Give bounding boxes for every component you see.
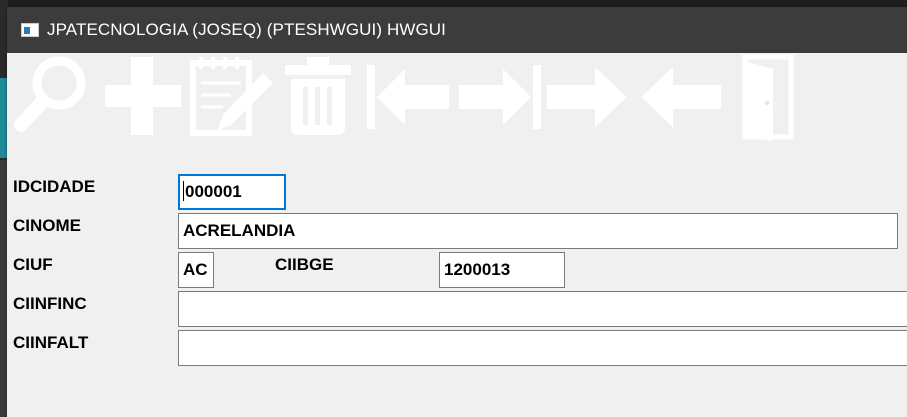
last-record-button[interactable] <box>455 53 543 149</box>
ciuf-value: AC <box>183 260 208 279</box>
ciibge-value: 1200013 <box>444 260 511 279</box>
idcidade-label: IDCIDADE <box>13 177 96 196</box>
ciibge-field[interactable]: 1200013 <box>439 252 565 288</box>
exit-button[interactable] <box>739 53 799 149</box>
next-record-button[interactable] <box>545 53 631 149</box>
arrow-right-icon <box>547 67 627 127</box>
idcidade-field[interactable]: 000001 <box>178 174 286 210</box>
app-window: JPATECNOLOGIA (JOSEQ) (PTESHWGUI) HWGUI <box>7 7 907 417</box>
title-bar[interactable]: JPATECNOLOGIA (JOSEQ) (PTESHWGUI) HWGUI <box>7 7 907 53</box>
ciinfinc-field[interactable] <box>178 291 907 327</box>
ciinfalt-field[interactable] <box>178 330 907 366</box>
toolbar <box>7 53 907 153</box>
ciuf-field[interactable]: AC <box>178 252 214 288</box>
add-button[interactable] <box>103 53 183 149</box>
ciinfalt-label: CIINFALT <box>13 333 89 352</box>
cinome-value: ACRELANDIA <box>183 221 296 240</box>
door-exit-icon <box>742 54 794 141</box>
ciinfinc-label: CIINFINC <box>13 294 87 313</box>
delete-button[interactable] <box>283 53 353 149</box>
ciuf-label: CIUF <box>13 255 53 274</box>
magnifier-icon <box>14 56 86 132</box>
cinome-label: CINOME <box>13 216 81 235</box>
first-record-button[interactable] <box>365 53 451 149</box>
app-icon[interactable] <box>21 23 39 37</box>
notepad-pencil-icon <box>190 57 273 136</box>
idcidade-value: 000001 <box>185 182 242 201</box>
trash-icon <box>285 57 351 135</box>
last-record-icon <box>459 65 541 129</box>
plus-icon <box>105 57 181 135</box>
first-record-icon <box>367 65 449 129</box>
edit-button[interactable] <box>187 53 277 149</box>
arrow-left-icon <box>641 67 721 127</box>
ciibge-label: CIIBGE <box>275 255 334 274</box>
window-title: JPATECNOLOGIA (JOSEQ) (PTESHWGUI) HWGUI <box>47 20 447 39</box>
cinome-field[interactable]: ACRELANDIA <box>178 213 898 249</box>
text-caret <box>183 180 184 201</box>
search-button[interactable] <box>9 53 95 149</box>
previous-record-button[interactable] <box>637 53 723 149</box>
